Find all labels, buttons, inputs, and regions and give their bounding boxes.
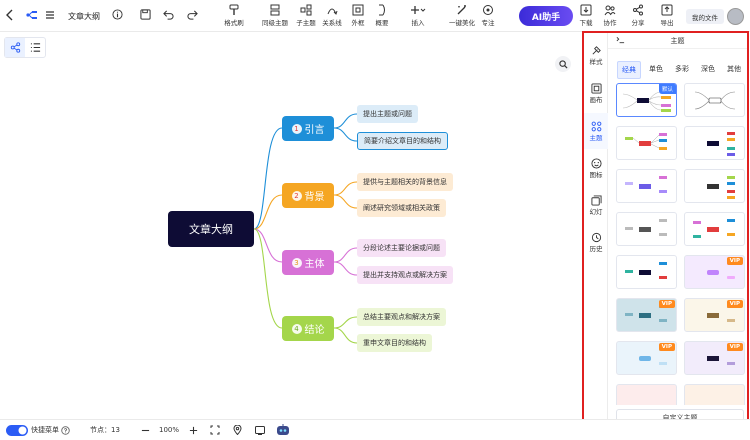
vip-badge: VIP [726, 257, 743, 265]
export-icon [661, 4, 673, 16]
canvas-icon [590, 82, 602, 94]
theme-card[interactable] [616, 169, 677, 203]
panel-title: 主题 [608, 33, 747, 49]
default-badge: 默认 [658, 84, 676, 94]
location-icon[interactable] [233, 420, 242, 440]
minus-icon [141, 429, 150, 431]
theme-icon [591, 121, 601, 131]
topic-background[interactable]: 2 背景 [282, 183, 334, 208]
subtopic[interactable]: 阐述研究领域或相关政策 [357, 199, 446, 217]
slides-icon [590, 194, 602, 206]
theme-card[interactable] [684, 169, 745, 203]
theme-card[interactable]: VIP [684, 255, 745, 289]
share-button[interactable]: 分享 [628, 4, 648, 27]
brush-icon [592, 45, 601, 54]
tab-icons[interactable]: 图标 [584, 150, 608, 186]
tab-style[interactable]: 样式 [584, 37, 608, 73]
vip-badge: VIP [726, 300, 743, 308]
category-mono[interactable]: 单色 [645, 61, 667, 79]
theme-card[interactable]: VIP [684, 341, 745, 375]
theme-card[interactable]: VIP [684, 298, 745, 332]
avatar[interactable] [727, 8, 744, 25]
theme-card[interactable] [684, 83, 745, 117]
category-colorful[interactable]: 多彩 [671, 61, 693, 79]
share-icon [633, 4, 643, 16]
category-other[interactable]: 其他 [723, 61, 745, 79]
vip-badge: VIP [726, 343, 743, 351]
zoom-level[interactable]: 100% [159, 420, 179, 440]
quick-menu-label: 快捷菜单 [31, 426, 59, 434]
subtopic[interactable]: 分段论述主要论据或问题 [357, 239, 446, 257]
smile-icon [590, 157, 602, 169]
help-icon[interactable] [61, 420, 70, 440]
theme-panel: 样式 画布 主题 图标 幻灯 历史 主题 经典 单色 多彩 深色 其他 默认 V… [582, 31, 749, 428]
users-icon [604, 5, 616, 16]
robot-assistant-icon[interactable] [276, 420, 290, 440]
theme-card[interactable]: 默认 [616, 83, 677, 117]
tab-history[interactable]: 历史 [584, 224, 608, 260]
subtopic[interactable]: 重申文章目的和结构 [357, 334, 432, 352]
theme-categories: 经典 单色 多彩 深色 其他 [617, 61, 745, 79]
tab-canvas[interactable]: 画布 [584, 75, 608, 111]
zoom-in-button[interactable] [189, 420, 198, 440]
my-files-button[interactable]: 我的文件 [686, 9, 724, 24]
theme-card[interactable] [616, 126, 677, 160]
export-button[interactable]: 导出 [657, 4, 677, 27]
topic-body[interactable]: 3 主体 [282, 250, 334, 275]
mindmap-connectors [253, 113, 358, 344]
quick-menu-toggle[interactable] [6, 420, 28, 440]
category-dark[interactable]: 深色 [697, 61, 719, 79]
subtopic[interactable]: 提出并支持观点或解决方案 [357, 266, 453, 284]
theme-card[interactable] [616, 212, 677, 246]
theme-grid: 默认 VIP VIP VIP VIP VIP [616, 83, 746, 405]
root-topic[interactable]: 文章大纲 [168, 211, 254, 247]
fit-screen-icon[interactable] [210, 420, 220, 440]
vip-badge: VIP [658, 343, 675, 351]
theme-card[interactable]: VIP [616, 298, 677, 332]
tab-slides[interactable]: 幻灯 [584, 187, 608, 223]
theme-card[interactable] [616, 255, 677, 289]
plus-icon [189, 426, 198, 434]
tab-theme[interactable]: 主题 [584, 113, 608, 149]
status-bar: 快捷菜单 节点：13 100% [0, 419, 750, 439]
subtopic[interactable]: 总结主要观点和解决方案 [357, 308, 446, 326]
subtopic[interactable]: 提出主题或问题 [357, 105, 418, 123]
subtopic-selected[interactable]: 简要介绍文章目的和结构 [357, 132, 448, 150]
toggle-switch-icon [6, 424, 28, 436]
theme-card[interactable] [684, 384, 745, 405]
theme-card[interactable] [684, 126, 745, 160]
subtopic[interactable]: 提供与主题相关的背景信息 [357, 173, 453, 191]
topic-conclusion[interactable]: 4 结论 [282, 316, 334, 341]
present-icon[interactable] [255, 420, 265, 440]
topic-introduction[interactable]: 1 引言 [282, 116, 334, 141]
theme-card[interactable]: VIP [616, 341, 677, 375]
panel-tabs: 样式 画布 主题 图标 幻灯 历史 [584, 33, 608, 426]
history-icon [591, 232, 601, 242]
vip-badge: VIP [658, 300, 675, 308]
node-count: 节点：13 [90, 426, 120, 434]
theme-card[interactable] [684, 212, 745, 246]
zoom-out-button[interactable] [141, 420, 150, 440]
category-classic[interactable]: 经典 [617, 61, 641, 79]
theme-card[interactable] [616, 384, 677, 405]
collaborate-button[interactable]: 协作 [600, 4, 620, 27]
